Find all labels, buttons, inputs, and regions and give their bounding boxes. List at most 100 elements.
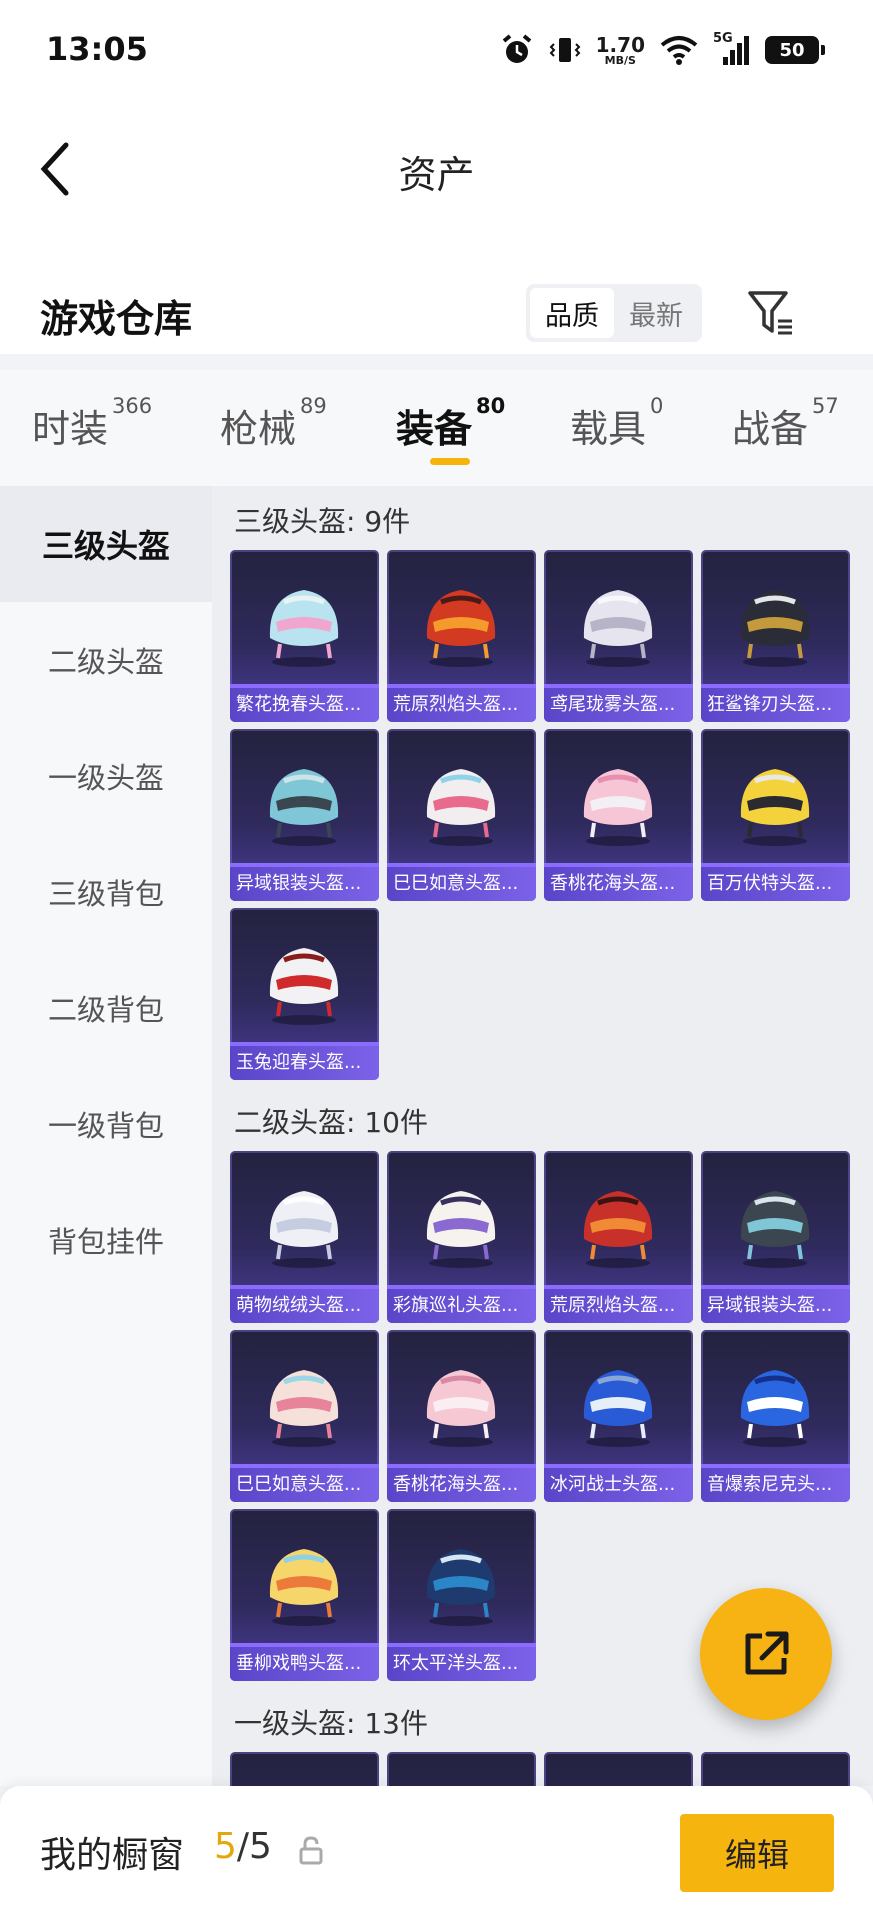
alarm-icon <box>502 34 531 63</box>
active-tab-indicator <box>430 458 470 465</box>
filter-button[interactable] <box>744 286 798 340</box>
helmet-icon <box>426 1370 496 1447</box>
item-card[interactable]: 荒原烈焰头盔... <box>387 550 536 722</box>
item-name: 萌物绒绒头盔... <box>230 1289 379 1323</box>
item-card[interactable] <box>701 1752 850 1786</box>
tab-vehicles[interactable]: 载具0 <box>570 394 663 453</box>
tab-guns[interactable]: 枪械89 <box>220 394 327 453</box>
helmet-icon <box>269 590 339 667</box>
helmet-icon <box>254 1774 354 1786</box>
wifi-icon <box>660 36 698 65</box>
item-name: 繁花挽春头盔... <box>230 688 379 722</box>
helmet-icon <box>269 948 339 1025</box>
item-card[interactable]: 玉兔迎春头盔... <box>230 908 379 1080</box>
item-card[interactable]: 冰河战士头盔... <box>544 1330 693 1502</box>
share-button[interactable] <box>700 1588 832 1720</box>
helmet-icon <box>426 1191 496 1268</box>
item-card[interactable]: 巳巳如意头盔... <box>387 729 536 901</box>
item-name: 香桃花海头盔... <box>387 1468 536 1502</box>
group-heading: 三级头盔: 9件 <box>234 505 411 538</box>
sidebar: 三级头盔 二级头盔 一级头盔 三级背包 二级背包 一级背包 背包挂件 <box>0 486 212 1786</box>
tab-label: 时装 <box>32 407 109 451</box>
tab-count: 80 <box>476 394 506 418</box>
sort-option-quality[interactable]: 品质 <box>530 288 614 338</box>
battery-icon: 50 <box>765 36 825 64</box>
tab-gear[interactable]: 战备57 <box>732 394 839 453</box>
item-card[interactable] <box>544 1752 693 1786</box>
item-name: 彩旗巡礼头盔... <box>387 1289 536 1323</box>
helmet-icon <box>740 1191 810 1268</box>
helmet-icon <box>269 1370 339 1447</box>
helmet-icon <box>583 769 653 846</box>
tab-fashion[interactable]: 时装366 <box>32 394 152 453</box>
sort-option-newest[interactable]: 最新 <box>614 288 698 338</box>
item-name: 异域银装头盔... <box>701 1289 850 1323</box>
sidebar-item-level2-helmet[interactable]: 二级头盔 <box>0 602 212 718</box>
lock-button[interactable] <box>296 1834 326 1868</box>
showcase-label: 我的橱窗 <box>40 1835 185 1876</box>
lock-icon <box>299 1836 323 1865</box>
item-card[interactable]: 狂鲨锋刃头盔... <box>701 550 850 722</box>
item-card[interactable]: 环太平洋头盔... <box>387 1509 536 1681</box>
item-card[interactable]: 异域银装头盔... <box>230 729 379 901</box>
showcase-count: 5/5 <box>214 1826 272 1867</box>
item-card[interactable]: 异域银装头盔... <box>701 1151 850 1323</box>
item-name: 异域银装头盔... <box>230 867 379 901</box>
item-card[interactable]: 香桃花海头盔... <box>544 729 693 901</box>
item-card[interactable]: 荒原烈焰头盔... <box>544 1151 693 1323</box>
item-card[interactable]: 萌物绒绒头盔... <box>230 1151 379 1323</box>
section-title: 游戏仓库 <box>40 297 193 341</box>
item-card[interactable] <box>230 1752 379 1786</box>
item-card[interactable]: 香桃花海头盔... <box>387 1330 536 1502</box>
helmet-icon <box>583 590 653 667</box>
sidebar-item-level3-backpack[interactable]: 三级背包 <box>0 834 212 950</box>
sidebar-item-level3-helmet[interactable]: 三级头盔 <box>0 486 212 602</box>
sort-toggle: 品质 最新 <box>526 284 702 342</box>
header: 资产 游戏仓库 品质 最新 <box>0 104 873 354</box>
item-card[interactable]: 音爆索尼克头... <box>701 1330 850 1502</box>
helmet-icon <box>269 769 339 846</box>
tab-label: 装备 <box>396 407 473 451</box>
item-name: 百万伏特头盔... <box>701 867 850 901</box>
helmet-icon <box>269 1549 339 1626</box>
item-name: 冰河战士头盔... <box>544 1468 693 1502</box>
item-card[interactable]: 鸢尾珑雾头盔... <box>544 550 693 722</box>
item-name: 巳巳如意头盔... <box>230 1468 379 1502</box>
helmet-icon <box>426 590 496 667</box>
vibrate-icon <box>549 38 581 62</box>
signal-icon: 5G <box>713 31 751 67</box>
item-name: 香桃花海头盔... <box>544 867 693 901</box>
helmet-icon <box>583 1191 653 1268</box>
category-tabs: 时装366 枪械89 装备80 载具0 战备57 <box>0 370 873 486</box>
status-icons: 1.70 MB/S 5G 50 <box>500 30 825 70</box>
tab-label: 枪械 <box>220 407 297 451</box>
item-card[interactable]: 彩旗巡礼头盔... <box>387 1151 536 1323</box>
edit-button[interactable]: 编辑 <box>680 1814 834 1892</box>
group-heading: 二级头盔: 10件 <box>234 1106 428 1139</box>
item-name: 狂鲨锋刃头盔... <box>701 688 850 722</box>
item-card[interactable]: 垂柳戏鸭头盔... <box>230 1509 379 1681</box>
item-card[interactable]: 繁花挽春头盔... <box>230 550 379 722</box>
item-card[interactable]: 百万伏特头盔... <box>701 729 850 901</box>
helmet-icon <box>269 1191 339 1268</box>
item-card[interactable]: 巳巳如意头盔... <box>230 1330 379 1502</box>
tab-label: 载具 <box>570 407 647 451</box>
item-name: 鸢尾珑雾头盔... <box>544 688 693 722</box>
showcase-current: 5 <box>214 1826 237 1867</box>
item-name: 音爆索尼克头... <box>701 1468 850 1502</box>
item-name: 垂柳戏鸭头盔... <box>230 1647 379 1681</box>
tab-count: 89 <box>300 394 327 418</box>
item-name: 玉兔迎春头盔... <box>230 1046 379 1080</box>
sidebar-item-backpack-pendant[interactable]: 背包挂件 <box>0 1182 212 1298</box>
net-speed-value: 1.70 <box>595 32 645 57</box>
sidebar-item-level1-backpack[interactable]: 一级背包 <box>0 1066 212 1182</box>
tab-equipment[interactable]: 装备80 <box>396 394 505 453</box>
helmet-icon <box>426 1549 496 1626</box>
helmet-icon <box>426 769 496 846</box>
item-card[interactable] <box>387 1752 536 1786</box>
sidebar-item-level1-helmet[interactable]: 一级头盔 <box>0 718 212 834</box>
sidebar-item-level2-backpack[interactable]: 二级背包 <box>0 950 212 1066</box>
tab-count: 0 <box>650 394 664 418</box>
helmet-icon <box>568 1774 668 1786</box>
tab-count: 57 <box>812 394 839 418</box>
